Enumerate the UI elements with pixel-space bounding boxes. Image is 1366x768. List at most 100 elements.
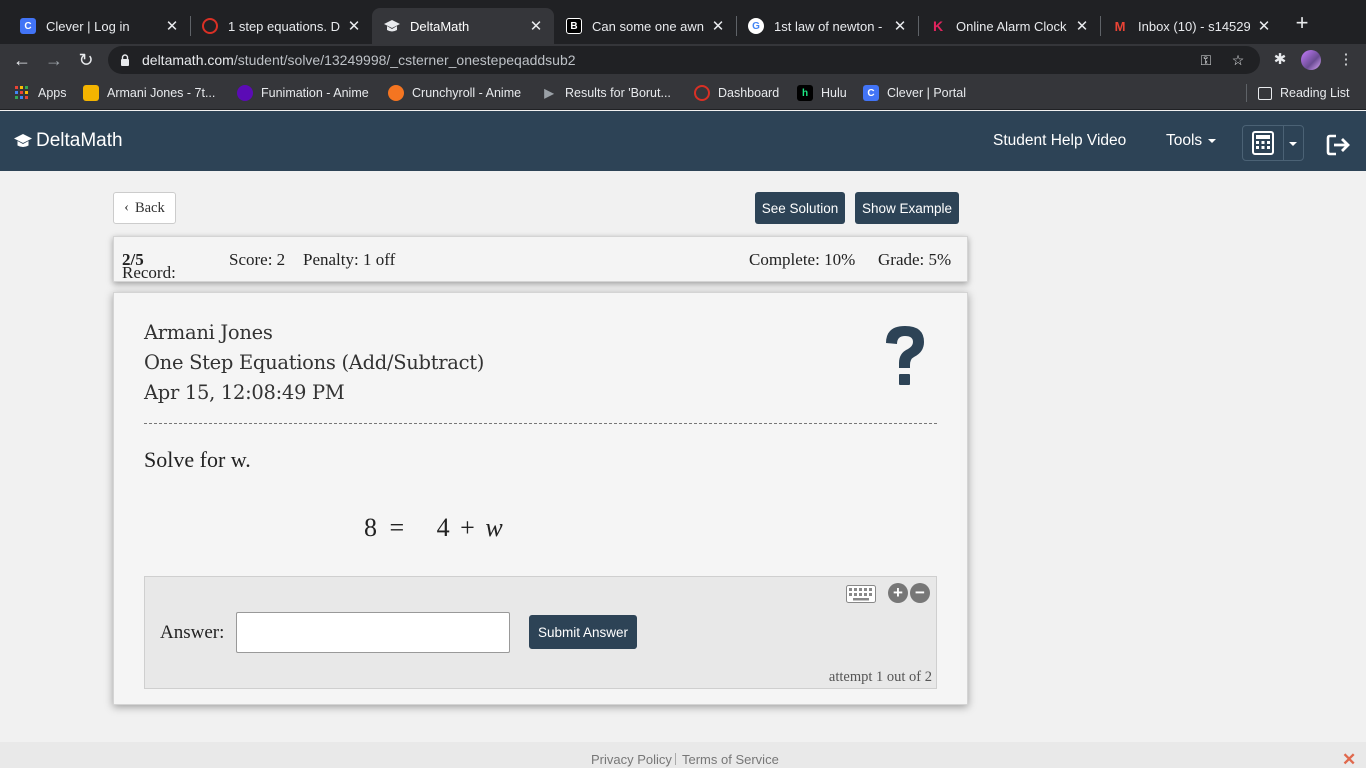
profile-avatar[interactable]	[1301, 50, 1321, 70]
chevron-down-icon[interactable]	[1289, 142, 1297, 146]
bookmark-divider	[1246, 84, 1247, 102]
clever-icon: C	[863, 85, 879, 101]
tab-title: 1 step equations. Del	[228, 18, 340, 34]
clever-icon: C	[20, 18, 36, 34]
bookmark-label: Apps	[38, 86, 67, 100]
equation: 8 = 4 + w	[364, 513, 503, 543]
reading-list-icon	[1258, 86, 1272, 100]
url-text: deltamath.com/student/solve/13249998/_cs…	[142, 52, 576, 68]
tab-gmail[interactable]: M Inbox (10) - s145294 ✕	[1100, 8, 1282, 44]
student-name: Armani Jones	[144, 321, 273, 344]
student-help-video-link[interactable]: Student Help Video	[993, 132, 1126, 150]
zoom-out-icon[interactable]: −	[910, 583, 930, 603]
problem-timestamp: Apr 15, 12:08:49 PM	[144, 381, 345, 404]
back-button[interactable]: ‹ Back	[113, 192, 176, 224]
complete-stat: Complete: 10%	[749, 250, 856, 269]
key-icon[interactable]: ⚿	[1198, 52, 1214, 68]
browser-toolbar: ← → ↻ deltamath.com/student/solve/132499…	[0, 44, 1366, 76]
brand-name: DeltaMath	[36, 130, 123, 151]
bookmark-funimation[interactable]: Funimation - Anime	[237, 84, 369, 102]
bookmark-apps[interactable]: Apps	[14, 84, 67, 102]
record-bar: Record: 2/5 Score: 2 Penalty: 1 off Comp…	[113, 236, 968, 282]
forward-arrow-icon[interactable]: →	[42, 48, 66, 72]
grade-stat: Grade: 5%	[878, 250, 952, 269]
terms-of-service-link[interactable]: Terms of Service	[682, 752, 779, 767]
bookmark-hulu[interactable]: h Hulu	[797, 84, 847, 102]
close-icon[interactable]: ✕	[528, 17, 544, 35]
close-icon[interactable]: ✕	[710, 17, 726, 35]
tools-label: Tools	[1166, 132, 1203, 149]
tab-title: 1st law of newton - G	[774, 18, 886, 34]
lock-icon	[121, 54, 129, 66]
zoom-in-icon[interactable]: +	[888, 583, 908, 603]
see-solution-button[interactable]: See Solution	[755, 192, 845, 224]
calculator-button[interactable]	[1242, 125, 1304, 161]
record-stat: Record: 2/5	[122, 250, 176, 282]
bookmark-label: Crunchyroll - Anime	[412, 86, 522, 100]
answer-panel: + − Answer: Submit Answer attempt 1 out …	[144, 576, 937, 689]
help-question-icon[interactable]	[880, 323, 930, 389]
answer-input[interactable]	[236, 612, 510, 653]
close-icon[interactable]: ✕	[892, 17, 908, 35]
submit-answer-button[interactable]: Submit Answer	[529, 615, 637, 649]
close-icon[interactable]: ✕	[1256, 17, 1272, 35]
close-icon[interactable]: ✕	[1074, 17, 1090, 35]
bookmark-label: Results for 'Borut...	[565, 86, 671, 100]
keyboard-icon[interactable]	[846, 585, 876, 603]
problem-card: Armani Jones One Step Equations (Add/Sub…	[113, 292, 968, 705]
tab-deltamath[interactable]: DeltaMath ✕	[372, 8, 554, 44]
equation-variable: w	[485, 513, 503, 542]
bookmark-crunchyroll[interactable]: Crunchyroll - Anime	[388, 84, 521, 102]
bookmark-dashboard[interactable]: Dashboard	[694, 84, 779, 102]
equation-constant: 4	[436, 513, 450, 542]
section-divider	[144, 423, 937, 424]
tab-step-equations[interactable]: 1 step equations. Del ✕	[190, 8, 372, 44]
bookmark-boruto[interactable]: ▶ Results for 'Borut...	[541, 84, 671, 102]
tab-alarm-clock[interactable]: K Online Alarm Clock ✕	[918, 8, 1100, 44]
split-divider	[1283, 126, 1284, 160]
gear-icon	[694, 85, 710, 101]
bookmark-label: Hulu	[821, 86, 847, 100]
tab-clever[interactable]: C Clever | Log in ✕	[8, 8, 190, 44]
equation-lhs: 8	[364, 513, 377, 542]
plus-sign: +	[460, 513, 475, 542]
tab-title: Clever | Log in	[46, 18, 130, 34]
extensions-puzzle-icon[interactable]: ✱	[1268, 48, 1292, 72]
deltamath-logo[interactable]: DeltaMath	[14, 130, 123, 152]
tools-dropdown[interactable]: Tools	[1166, 132, 1217, 150]
deltamath-navbar: DeltaMath Student Help Video Tools	[0, 111, 1366, 171]
close-icon[interactable]: ✕	[1342, 750, 1356, 768]
deltamath-gear-icon	[202, 18, 218, 34]
mortarboard-icon	[14, 134, 32, 147]
logout-icon[interactable]	[1326, 133, 1352, 157]
back-arrow-icon[interactable]: ←	[10, 48, 34, 72]
funimation-icon	[237, 85, 253, 101]
tab-google-search[interactable]: G 1st law of newton - G ✕	[736, 8, 918, 44]
privacy-policy-link[interactable]: Privacy Policy	[591, 752, 672, 767]
answer-label: Answer:	[160, 622, 225, 643]
score-stat: Score: 2	[229, 250, 286, 269]
new-tab-button[interactable]: +	[1290, 12, 1314, 36]
google-icon: G	[748, 18, 764, 34]
folder-icon	[83, 85, 99, 101]
bookmark-label: Dashboard	[718, 86, 780, 100]
crunchyroll-icon	[388, 85, 404, 101]
bookmark-clever-portal[interactable]: C Clever | Portal	[863, 84, 966, 102]
problem-prompt: Solve for w.	[144, 447, 251, 472]
show-example-button[interactable]: Show Example	[855, 192, 959, 224]
chevron-left-icon: ‹	[124, 200, 129, 215]
tab-title: Can some one awnse	[592, 18, 704, 34]
tab-brainly[interactable]: B Can some one awnse ✕	[554, 8, 736, 44]
close-icon[interactable]: ✕	[346, 17, 362, 35]
close-icon[interactable]: ✕	[164, 17, 180, 35]
tab-title: DeltaMath	[410, 18, 470, 34]
penalty-stat: Penalty: 1 off	[303, 250, 396, 269]
tab-title: Online Alarm Clock	[956, 18, 1067, 34]
footer-separator	[675, 753, 676, 765]
chrome-menu-icon[interactable]: ⋮	[1334, 48, 1358, 72]
reading-list[interactable]: Reading List	[1258, 84, 1350, 102]
address-bar[interactable]: deltamath.com/student/solve/13249998/_cs…	[108, 46, 1260, 74]
reload-icon[interactable]: ↻	[74, 48, 98, 72]
star-icon[interactable]: ☆	[1230, 52, 1246, 68]
bookmark-armani-jones[interactable]: Armani Jones - 7t...	[83, 84, 215, 102]
